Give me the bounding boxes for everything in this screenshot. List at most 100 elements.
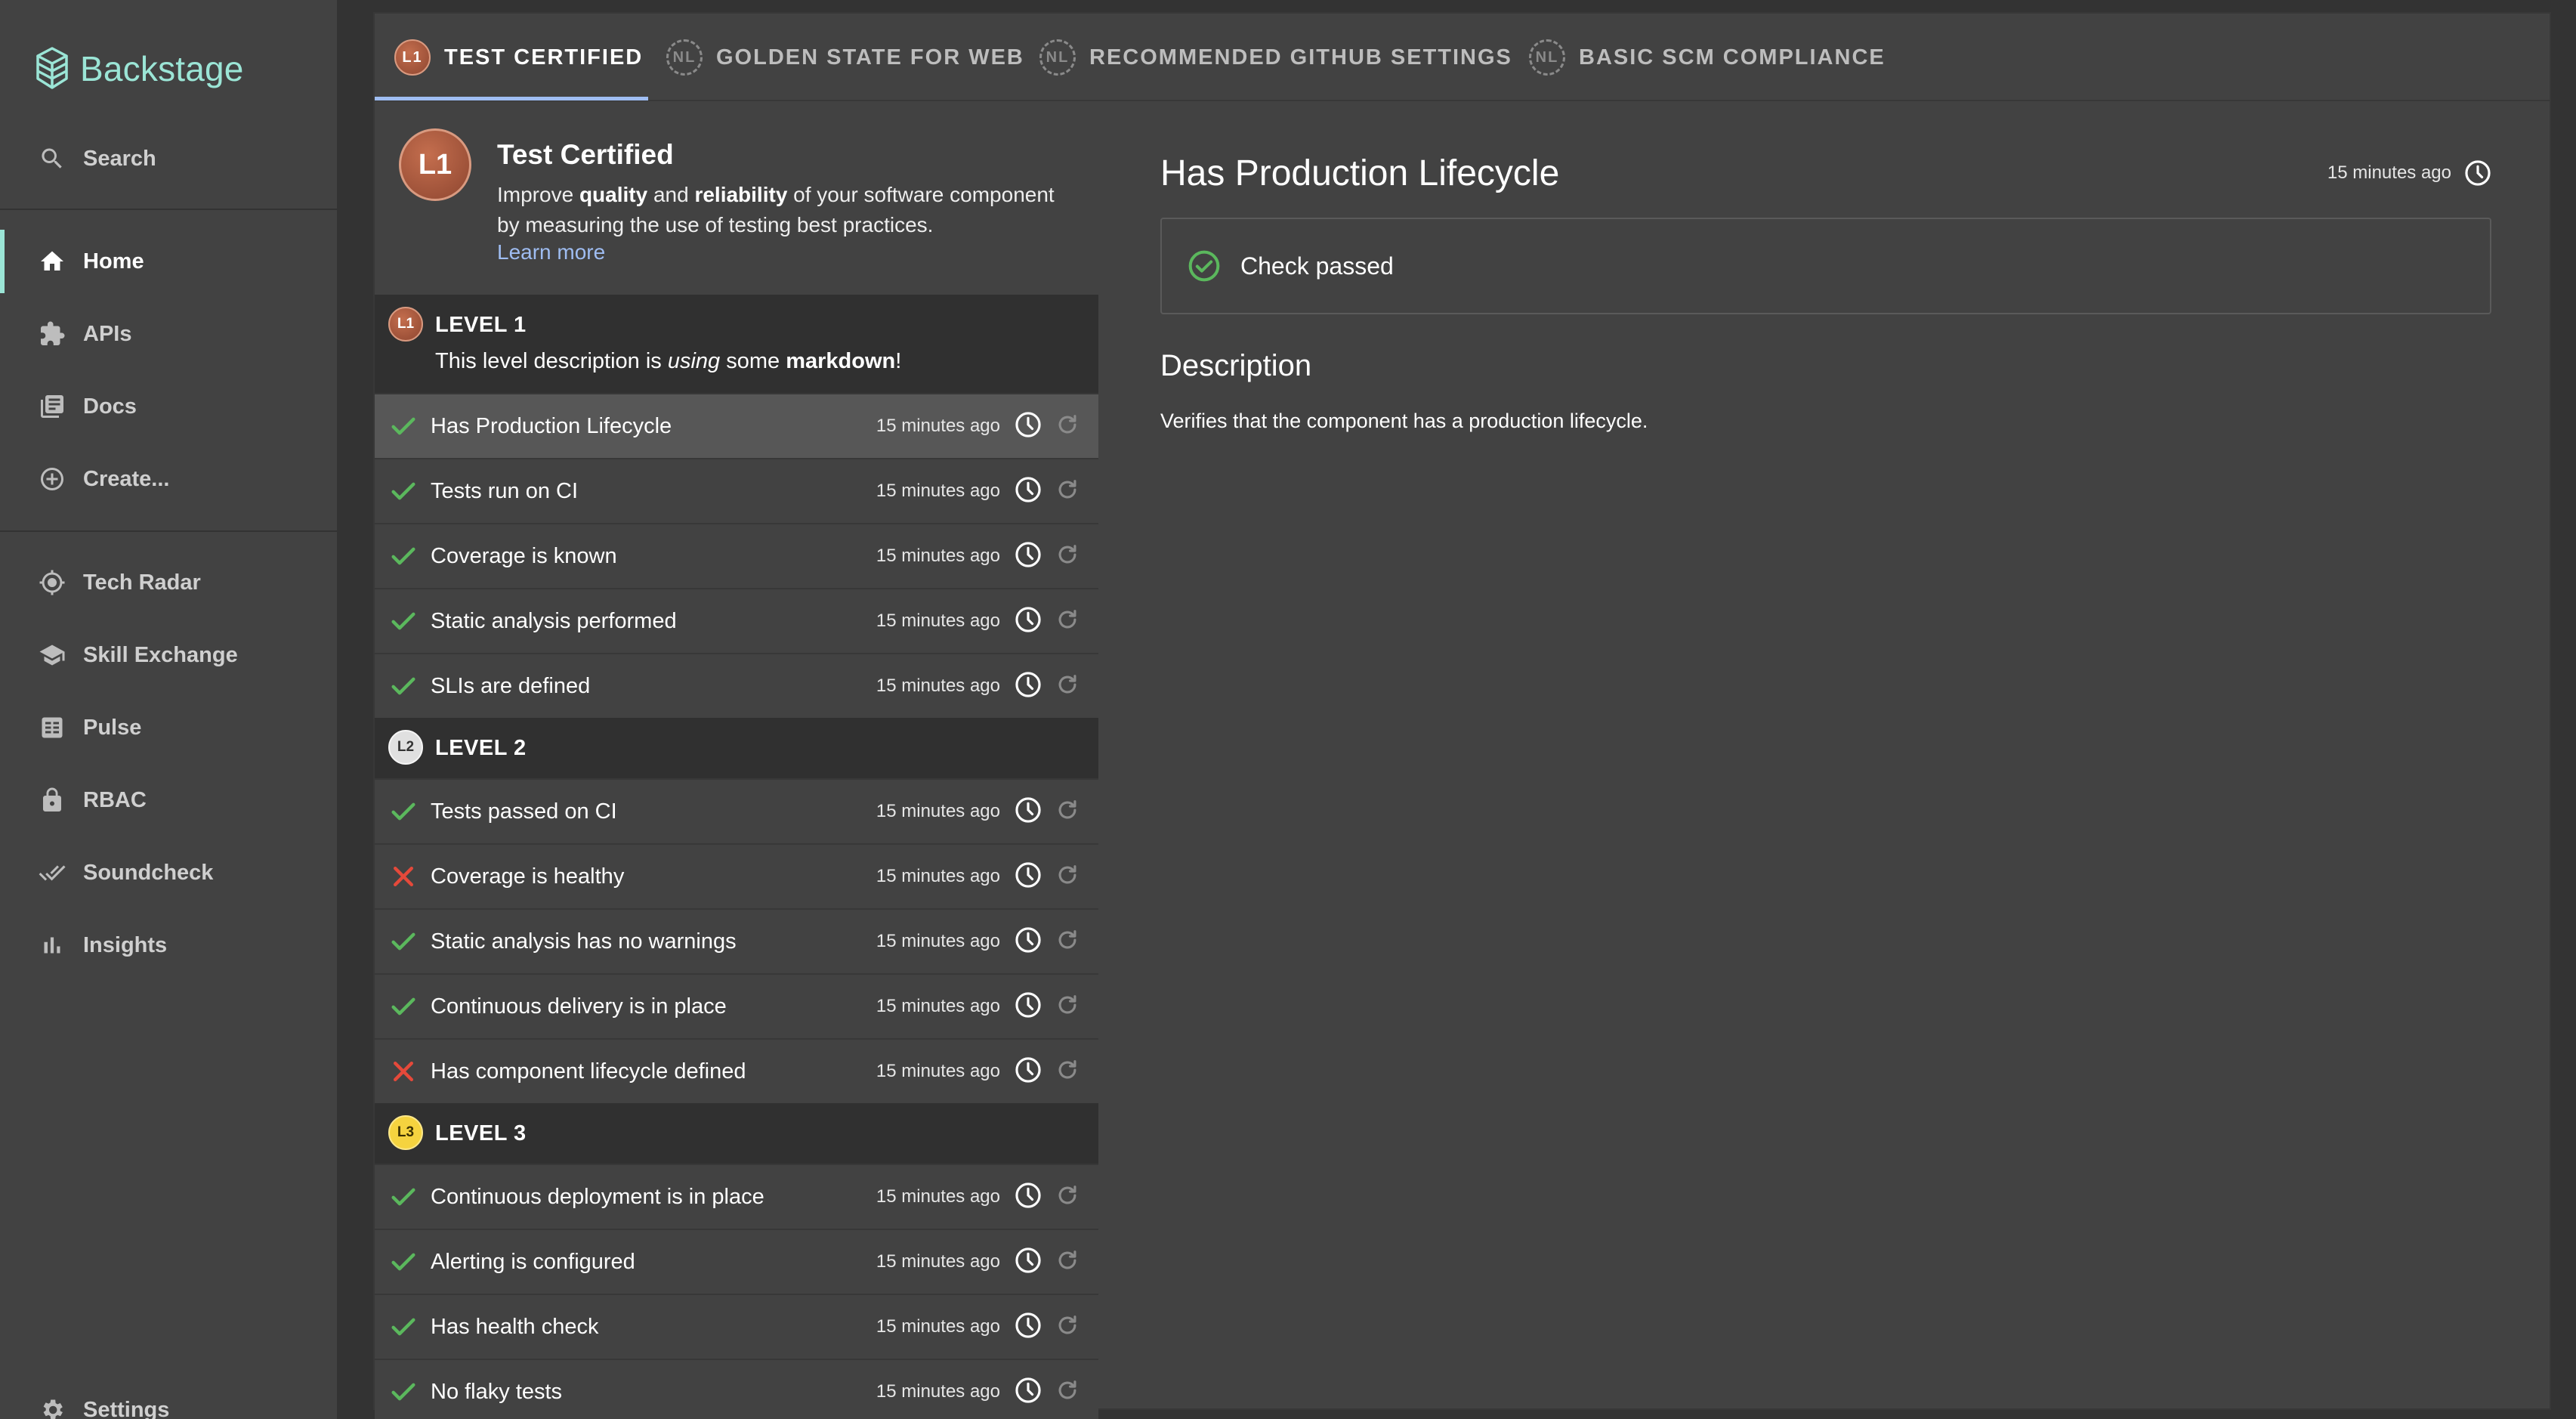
level-badge: NL [1039, 39, 1076, 76]
check-timestamp: 15 minutes ago [876, 931, 1000, 951]
clock-icon[interactable] [1014, 540, 1042, 573]
cross-icon [388, 1056, 419, 1087]
sidebar-item-label: APIs [83, 321, 132, 346]
check-icon [388, 1312, 419, 1342]
check-row[interactable]: Has Production Lifecycle 15 minutes ago [375, 393, 1098, 458]
clock-icon[interactable] [1014, 926, 1042, 958]
learn-more-link[interactable]: Learn more [497, 240, 605, 264]
level-title: LEVEL 2 [435, 736, 527, 760]
check-icon [388, 1182, 419, 1212]
clock-icon[interactable] [1014, 475, 1042, 508]
tab-recommended-github-settings[interactable]: NL Recommended GitHub Settings [1039, 14, 1512, 101]
clock-icon[interactable] [1014, 796, 1042, 828]
check-row[interactable]: Has health check 15 minutes ago [375, 1294, 1098, 1359]
clock-icon[interactable] [1014, 410, 1042, 443]
sidebar-item-apis[interactable]: APIs [0, 301, 337, 367]
search-icon [38, 144, 66, 173]
sidebar-item-home[interactable]: Home [0, 228, 337, 295]
sidebar-search[interactable]: Search [0, 125, 337, 192]
check-row[interactable]: Alerting is configured 15 minutes ago [375, 1229, 1098, 1294]
check-name: Has Production Lifecycle [431, 413, 672, 438]
sidebar-item-insights[interactable]: Insights [0, 912, 337, 978]
clock-icon[interactable] [1014, 1376, 1042, 1408]
sidebar-item-tech-radar[interactable]: Tech Radar [0, 549, 337, 616]
rerun-icon[interactable] [1055, 412, 1080, 441]
check-row[interactable]: Continuous deployment is in place 15 minu… [375, 1164, 1098, 1229]
check-timestamp: 15 minutes ago [876, 1186, 1000, 1207]
level-badge: L3 [388, 1115, 423, 1150]
check-row[interactable]: SLIs are defined 15 minutes ago [375, 653, 1098, 718]
check-name: Continuous deployment is in place [431, 1184, 764, 1209]
sidebar-item-settings[interactable]: Settings [0, 1377, 337, 1419]
rerun-icon[interactable] [1055, 1057, 1080, 1087]
cross-icon [388, 861, 419, 892]
clock-icon[interactable] [1014, 1181, 1042, 1213]
description-text: Verifies that the component has a produc… [1160, 410, 1648, 432]
rerun-icon[interactable] [1055, 797, 1080, 827]
lock-icon [38, 786, 66, 815]
rerun-icon[interactable] [1055, 1312, 1080, 1342]
sidebar-item-label: Soundcheck [83, 860, 214, 885]
rerun-icon[interactable] [1055, 1182, 1080, 1212]
rerun-icon[interactable] [1055, 927, 1080, 957]
soundcheck-panel: L1 Test Certified NL Golden State for We… [373, 12, 2551, 1419]
sidebar-item-docs[interactable]: Docs [0, 373, 337, 440]
clock-icon[interactable] [1014, 991, 1042, 1023]
check-row[interactable]: Static analysis performed 15 minutes ago [375, 588, 1098, 653]
clock-icon[interactable] [1014, 1246, 1042, 1278]
check-row[interactable]: Coverage is known 15 minutes ago [375, 523, 1098, 588]
check-name: Continuous delivery is in place [431, 994, 727, 1019]
check-row[interactable]: Tests passed on CI 15 minutes ago [375, 778, 1098, 843]
rerun-icon[interactable] [1055, 477, 1080, 506]
pulse-icon [38, 713, 66, 742]
sidebar-item-create[interactable]: Create... [0, 446, 337, 512]
certification-title: Test Certified [497, 139, 674, 170]
check-row[interactable]: Static analysis has no warnings 15 minute… [375, 908, 1098, 973]
check-name: Alerting is configured [431, 1249, 635, 1274]
clock-icon[interactable] [2463, 159, 2492, 187]
sidebar-item-rbac[interactable]: RBAC [0, 767, 337, 833]
sidebar-search-label: Search [83, 146, 156, 171]
sidebar-item-soundcheck[interactable]: Soundcheck [0, 839, 337, 906]
clock-icon[interactable] [1014, 861, 1042, 893]
rerun-icon[interactable] [1055, 862, 1080, 892]
rerun-icon[interactable] [1055, 1247, 1080, 1277]
check-timestamp: 15 minutes ago [876, 1381, 1000, 1402]
clock-icon[interactable] [1014, 1056, 1042, 1088]
rerun-icon[interactable] [1055, 1377, 1080, 1407]
rerun-icon[interactable] [1055, 992, 1080, 1022]
sidebar-item-skill-exchange[interactable]: Skill Exchange [0, 622, 337, 688]
level-title: LEVEL 1 [435, 313, 527, 337]
active-tab-indicator [375, 97, 648, 100]
clock-icon[interactable] [1014, 670, 1042, 703]
check-name: Has health check [431, 1314, 599, 1339]
check-timestamp: 15 minutes ago [876, 1316, 1000, 1337]
tab-label: Golden State for Web [716, 45, 1024, 70]
rerun-icon[interactable] [1055, 542, 1080, 571]
rerun-icon[interactable] [1055, 672, 1080, 701]
check-timestamp: 15 minutes ago [876, 481, 1000, 501]
certification-header: L1 Test Certified Improve quality and re… [375, 103, 1098, 295]
sidebar-item-label: Insights [83, 932, 168, 957]
check-name: Has component lifecycle defined [431, 1059, 746, 1084]
clock-icon[interactable] [1014, 605, 1042, 638]
check-timestamp: 15 minutes ago [876, 996, 1000, 1016]
certification-badge: L1 [399, 128, 471, 201]
tab-golden-state-for-web[interactable]: NL Golden State for Web [666, 14, 1024, 101]
sidebar-item-label: RBAC [83, 787, 147, 812]
app-name: Backstage [80, 49, 244, 88]
check-row[interactable]: Has component lifecycle defined 15 minute… [375, 1038, 1098, 1103]
check-row[interactable]: No flaky tests 15 minutes ago [375, 1359, 1098, 1419]
rerun-icon[interactable] [1055, 607, 1080, 636]
check-row[interactable]: Coverage is healthy 15 minutes ago [375, 843, 1098, 908]
clock-icon[interactable] [1014, 1311, 1042, 1343]
check-icon [388, 991, 419, 1022]
check-icon [388, 1247, 419, 1277]
tab-test-certified[interactable]: L1 Test Certified [394, 14, 643, 101]
tab-basic-scm-compliance[interactable]: NL Basic SCM Compliance [1529, 14, 1886, 101]
sidebar-item-pulse[interactable]: Pulse [0, 694, 337, 761]
tab-label: Basic SCM Compliance [1579, 45, 1886, 70]
check-row[interactable]: Tests run on CI 15 minutes ago [375, 458, 1098, 523]
check-row[interactable]: Continuous delivery is in place 15 minute… [375, 973, 1098, 1038]
backstage-logo[interactable]: Backstage [33, 42, 244, 95]
